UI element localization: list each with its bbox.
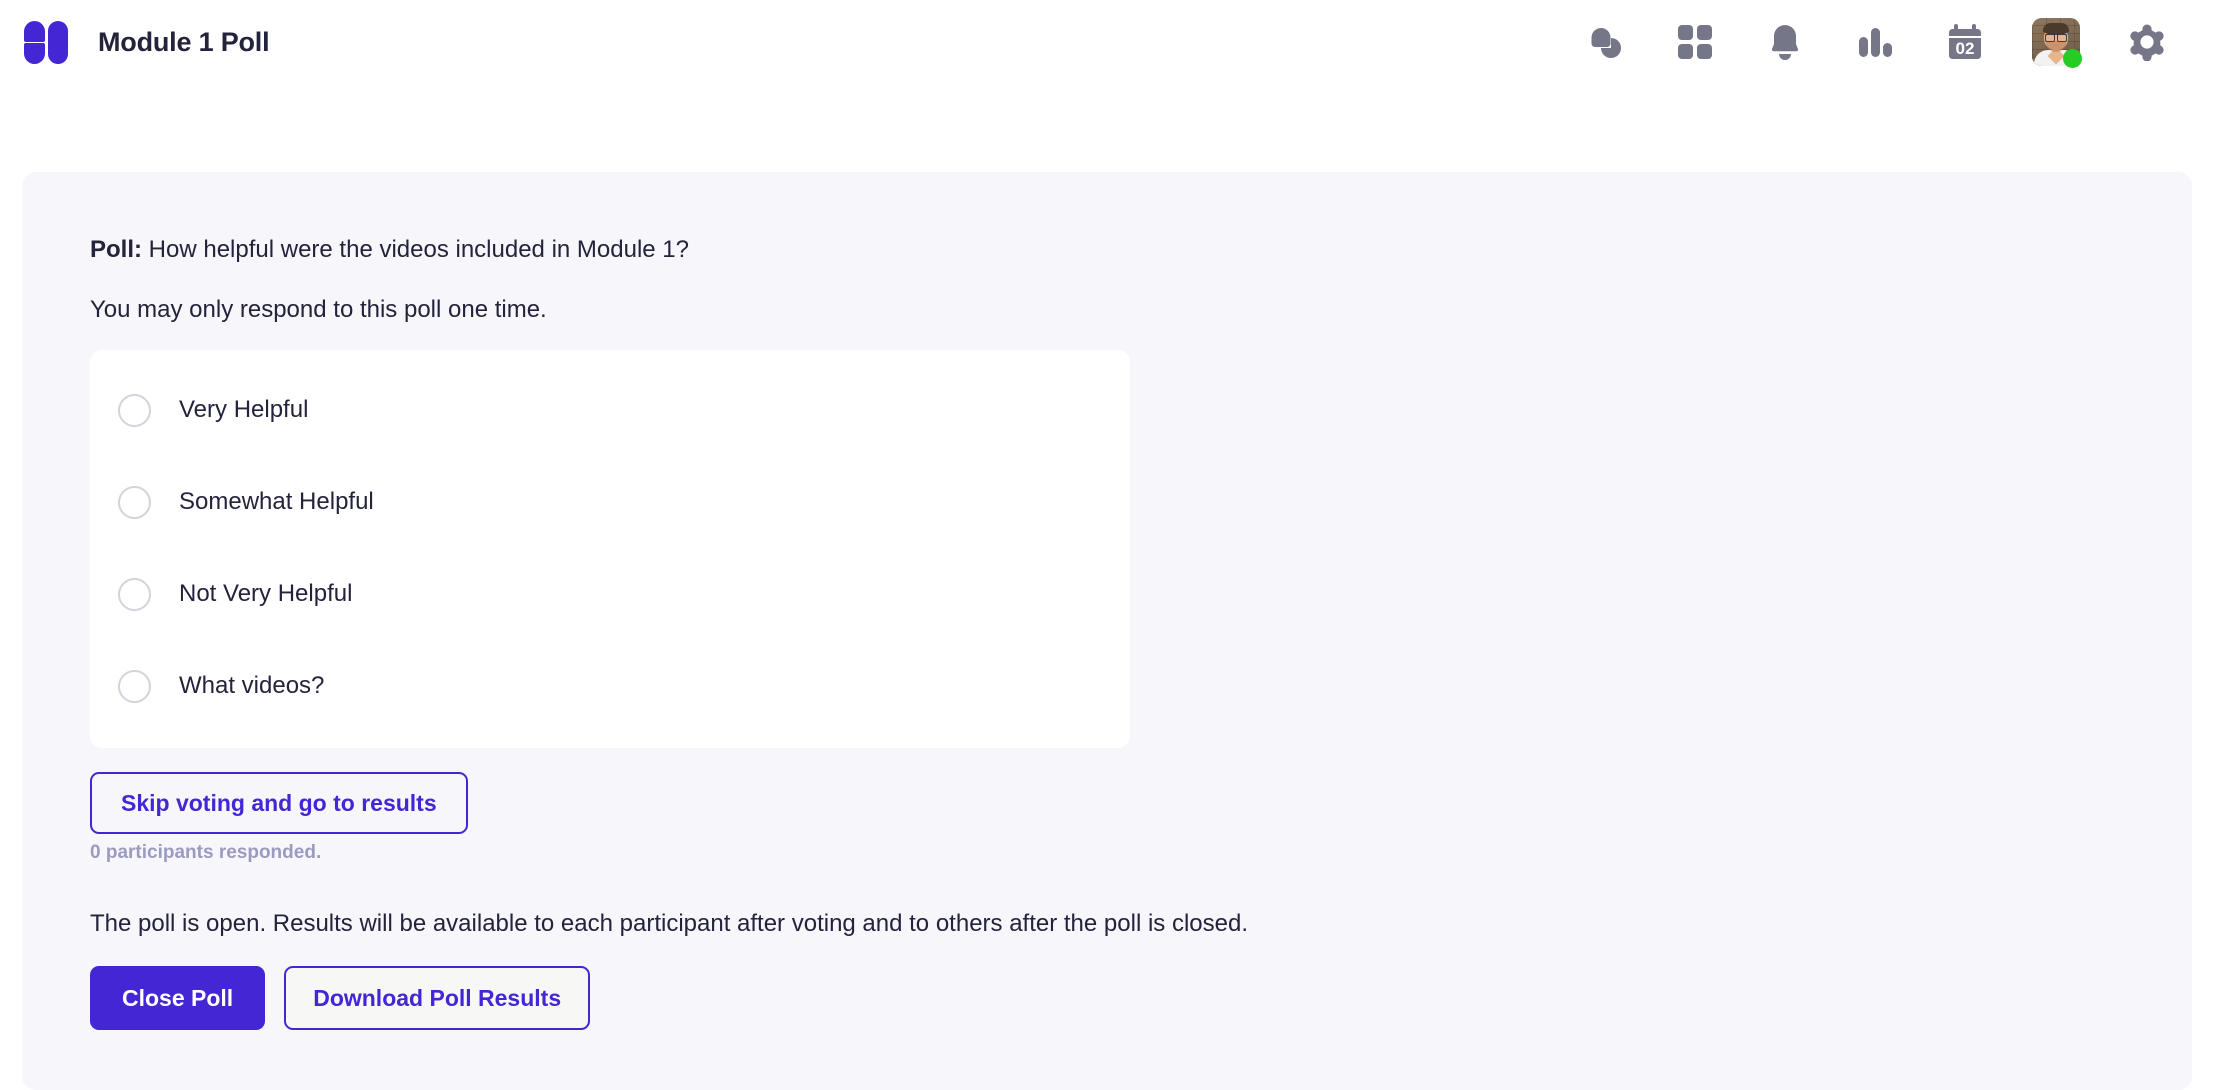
skip-voting-button[interactable]: Skip voting and go to results: [90, 772, 468, 835]
poll-option-somewhat-helpful[interactable]: Somewhat Helpful: [90, 456, 1130, 548]
avatar-button[interactable]: [2010, 11, 2102, 73]
apps-grid-icon-button[interactable]: [1650, 11, 1740, 73]
logo-shape-bottom-left: [24, 43, 45, 64]
poll-content: Poll: How helpful were the videos includ…: [22, 234, 2192, 1090]
poll-option-not-very-helpful[interactable]: Not Very Helpful: [90, 548, 1130, 640]
bell-icon: [1768, 23, 1802, 61]
calendar-icon-button[interactable]: 02: [1920, 11, 2010, 73]
poll-subnote: You may only respond to this poll one ti…: [90, 296, 547, 324]
app-logo[interactable]: [24, 20, 68, 64]
participants-responded-text: 0 participants responded.: [90, 842, 322, 864]
radio-button-icon[interactable]: [118, 393, 151, 427]
avatar-hair: [2043, 23, 2069, 33]
poll-option-label: Very Helpful: [179, 396, 309, 424]
top-bar: Module 1 Poll 02: [0, 0, 2214, 84]
close-poll-button[interactable]: Close Poll: [90, 966, 266, 1031]
poll-question-lead: Poll:: [90, 236, 142, 263]
download-poll-results-button[interactable]: Download Poll Results: [284, 966, 591, 1031]
poll-option-label: What videos?: [179, 672, 325, 700]
poll-option-very-helpful[interactable]: Very Helpful: [90, 364, 1130, 456]
topbar-icon-group: 02: [1560, 11, 2192, 73]
poll-option-label: Not Very Helpful: [179, 580, 353, 608]
chat-icon-button[interactable]: [1560, 11, 1650, 73]
poll-question-text: How helpful were the videos included in …: [148, 236, 689, 263]
calendar-day-number: 02: [1956, 39, 1975, 58]
page-body: Poll: How helpful were the videos includ…: [0, 172, 2214, 1090]
gear-icon: [2128, 23, 2166, 61]
poll-option-what-videos[interactable]: What videos?: [90, 640, 1130, 732]
poll-options-card: Very Helpful Somewhat Helpful Not Very H…: [90, 350, 1130, 749]
bell-icon-button[interactable]: [1740, 11, 1830, 73]
gear-icon-button[interactable]: [2102, 11, 2192, 73]
calendar-icon: 02: [1947, 23, 1983, 61]
chat-icon: [1586, 23, 1624, 61]
logo-shape-right: [48, 21, 68, 64]
poll-question: Poll: How helpful were the videos includ…: [90, 234, 2124, 266]
poll-status-text: The poll is open. Results will be availa…: [90, 910, 1248, 938]
logo-shape-top-left: [24, 21, 45, 42]
apps-grid-icon: [1678, 25, 1712, 59]
page-title: Module 1 Poll: [98, 26, 270, 57]
radio-button-icon[interactable]: [118, 485, 151, 519]
radio-button-icon[interactable]: [118, 577, 151, 611]
bar-chart-icon-button[interactable]: [1830, 11, 1920, 73]
bar-chart-icon: [1857, 25, 1893, 59]
status-badge: [2063, 49, 2082, 68]
poll-panel: Poll: How helpful were the videos includ…: [22, 172, 2192, 1090]
poll-option-label: Somewhat Helpful: [179, 488, 374, 516]
poll-action-row: Close Poll Download Poll Results: [90, 966, 2124, 1090]
radio-button-icon[interactable]: [118, 669, 151, 703]
avatar-glasses: [2045, 33, 2067, 42]
brand: Module 1 Poll: [22, 20, 270, 64]
